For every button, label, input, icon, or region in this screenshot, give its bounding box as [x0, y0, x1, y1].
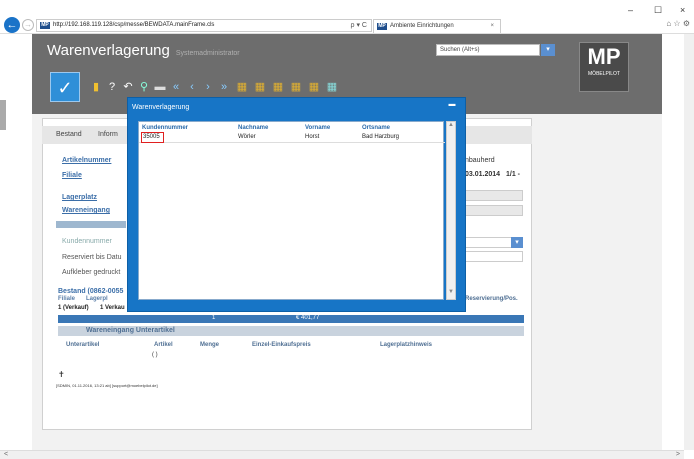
address-tools[interactable]: ρ ▾ C: [351, 20, 367, 31]
kundennummer-dropdown-icon[interactable]: ▾: [511, 237, 523, 248]
search-input[interactable]: Suchen (Alt+s): [436, 44, 540, 56]
summary-value: € 401,77: [296, 315, 320, 321]
header-lagerplatzhinweis: Lagerplatzhinweis: [380, 342, 433, 348]
bestand-title: Bestand (0862-0055: [58, 288, 124, 295]
print-icon[interactable]: ▬: [154, 81, 166, 93]
tab-bestand[interactable]: Bestand: [56, 131, 82, 138]
document-icon[interactable]: ▦: [272, 81, 284, 93]
scroll-right-icon[interactable]: >: [676, 451, 680, 458]
column-nachname[interactable]: Nachname: [238, 125, 268, 131]
maximize-icon[interactable]: ☐: [654, 5, 662, 16]
next-record-icon[interactable]: ›: [202, 81, 214, 93]
bestand-row-lagerplatz[interactable]: 1 Verkau: [100, 305, 125, 311]
row-ortsname[interactable]: Bad Harzburg: [362, 134, 399, 140]
header-einzel-einkaufspreis: Einzel-Einkaufspreis: [252, 342, 311, 348]
search-dropdown-icon[interactable]: ▾: [541, 44, 555, 56]
address-url: http://192.168.119.128/csp/messe/BEWDATA…: [53, 22, 215, 28]
minimize-icon[interactable]: –: [628, 5, 633, 15]
confirm-check-icon[interactable]: ✓: [50, 72, 80, 102]
browser-chrome: ← → MP http://192.168.119.128/csp/messe/…: [0, 0, 694, 34]
unterartikel-row-artikel[interactable]: ( ): [152, 352, 158, 358]
tab-favicon-icon: MP: [377, 23, 387, 30]
close-window-icon[interactable]: ×: [680, 5, 685, 15]
reserviert-input[interactable]: [465, 251, 523, 262]
search-icon[interactable]: ⚲: [138, 81, 150, 93]
dialog-scrollbar[interactable]: ▲ ▼: [446, 121, 456, 300]
header-menge: Menge: [200, 342, 220, 348]
forward-button[interactable]: →: [22, 19, 34, 31]
reserviert-label: Reserviert bis Datu: [62, 254, 122, 261]
page-vertical-scrollbar[interactable]: [684, 34, 694, 450]
browser-toolbar-icons[interactable]: ⌂ ☆ ⚙: [666, 19, 690, 28]
row-nachname[interactable]: Wörler: [238, 134, 256, 140]
filiale-label[interactable]: Filiale: [62, 172, 82, 179]
browser-tab[interactable]: MP Ambiente Einrichtungen ×: [373, 19, 501, 33]
row-vorname[interactable]: Horst: [305, 134, 319, 140]
dialog-title: Warenverlagerung: [132, 104, 190, 111]
wareneingang-label[interactable]: Wareneingang: [62, 207, 110, 214]
lagerplatz-label[interactable]: Lagerplatz: [62, 194, 97, 201]
selection-highlight: [141, 132, 164, 143]
bestand-summary-bar: 1 € 401,77: [58, 315, 524, 323]
artikelnummer-label[interactable]: Artikelnummer: [62, 157, 111, 164]
footer-status: [SDMIN, 01.11.2016, 13:21 ab] [support@m…: [56, 383, 158, 388]
undo-icon[interactable]: ↶: [122, 81, 134, 93]
help-icon[interactable]: ?: [106, 81, 118, 93]
address-bar[interactable]: MP http://192.168.119.128/csp/messe/BEWD…: [36, 19, 372, 32]
scroll-left-icon[interactable]: <: [4, 451, 8, 458]
bookmark-icon[interactable]: ▮: [90, 81, 102, 93]
tab-information[interactable]: Inform: [98, 131, 118, 138]
tab-close-icon[interactable]: ×: [490, 20, 494, 33]
right-date: 03.01.2014: [465, 171, 501, 178]
side-collapse-handle[interactable]: [0, 100, 6, 130]
logo-subtext: MÖBELPILOT: [588, 71, 620, 77]
document-icon[interactable]: ▦: [254, 81, 266, 93]
tab-title: Ambiente Einrichtungen: [390, 23, 454, 29]
user-name: Systemadministrator: [175, 50, 240, 57]
bestand-header-filiale: Filiale: [58, 296, 76, 302]
reservierung-pos-header: Reservierung/Pos.: [465, 296, 518, 302]
document-icon[interactable]: ▦: [236, 81, 248, 93]
bestand-header-lagerplatz: Lagerpl: [86, 296, 108, 302]
summary-count: 1: [212, 315, 216, 321]
customer-lookup-dialog: Warenverlagerung ▬ Kundennummer Nachname…: [127, 97, 466, 312]
first-record-icon[interactable]: «: [170, 81, 182, 93]
column-vorname[interactable]: Vorname: [305, 125, 330, 131]
bestand-row-filiale[interactable]: 1 (Verkauf): [58, 305, 89, 311]
kundennummer-label: Kundennummer: [62, 238, 112, 245]
document-icon[interactable]: ▦: [308, 81, 320, 93]
table-icon[interactable]: ▦: [326, 81, 338, 93]
column-kundennummer[interactable]: Kundennummer: [142, 125, 188, 131]
right-page: 1/1 -: [506, 171, 521, 178]
previous-record-icon[interactable]: ‹: [186, 81, 198, 93]
right-info-text: nbauherd: [465, 157, 495, 164]
wareneingang-unterartikel-label: Wareneingang Unterartikel: [86, 327, 175, 334]
dialog-close-icon[interactable]: ▬: [447, 101, 457, 109]
moebelpilot-logo: MP MÖBELPILOT: [579, 42, 629, 92]
app-title-text: Warenverlagerung: [47, 42, 170, 59]
logo-text: MP: [587, 44, 621, 69]
right-field-box[interactable]: [465, 190, 523, 201]
scroll-up-icon[interactable]: ▲: [447, 122, 455, 132]
aufkleber-label: Aufkleber gedruckt: [62, 269, 121, 276]
header-unterartikel: Unterartikel: [66, 342, 100, 348]
section-divider[interactable]: [56, 221, 126, 228]
header-artikel: Artikel: [154, 342, 173, 348]
page-title: Warenverlagerung Systemadministrator: [47, 42, 240, 59]
scroll-down-icon[interactable]: ▼: [447, 289, 455, 299]
last-record-icon[interactable]: »: [218, 81, 230, 93]
customer-list: Kundennummer Nachname Vorname Ortsname 3…: [138, 121, 445, 300]
pin-icon[interactable]: ✝: [58, 370, 65, 379]
back-button[interactable]: ←: [4, 17, 20, 33]
list-header: Kundennummer Nachname Vorname Ortsname: [139, 124, 445, 132]
right-field-box[interactable]: [465, 205, 523, 216]
page-horizontal-scrollbar[interactable]: < >: [0, 450, 684, 459]
column-ortsname[interactable]: Ortsname: [362, 125, 390, 131]
document-icon[interactable]: ▦: [290, 81, 302, 93]
site-favicon-icon: MP: [40, 22, 50, 29]
table-row[interactable]: 35005 Wörler Horst Bad Harzburg: [139, 133, 445, 143]
